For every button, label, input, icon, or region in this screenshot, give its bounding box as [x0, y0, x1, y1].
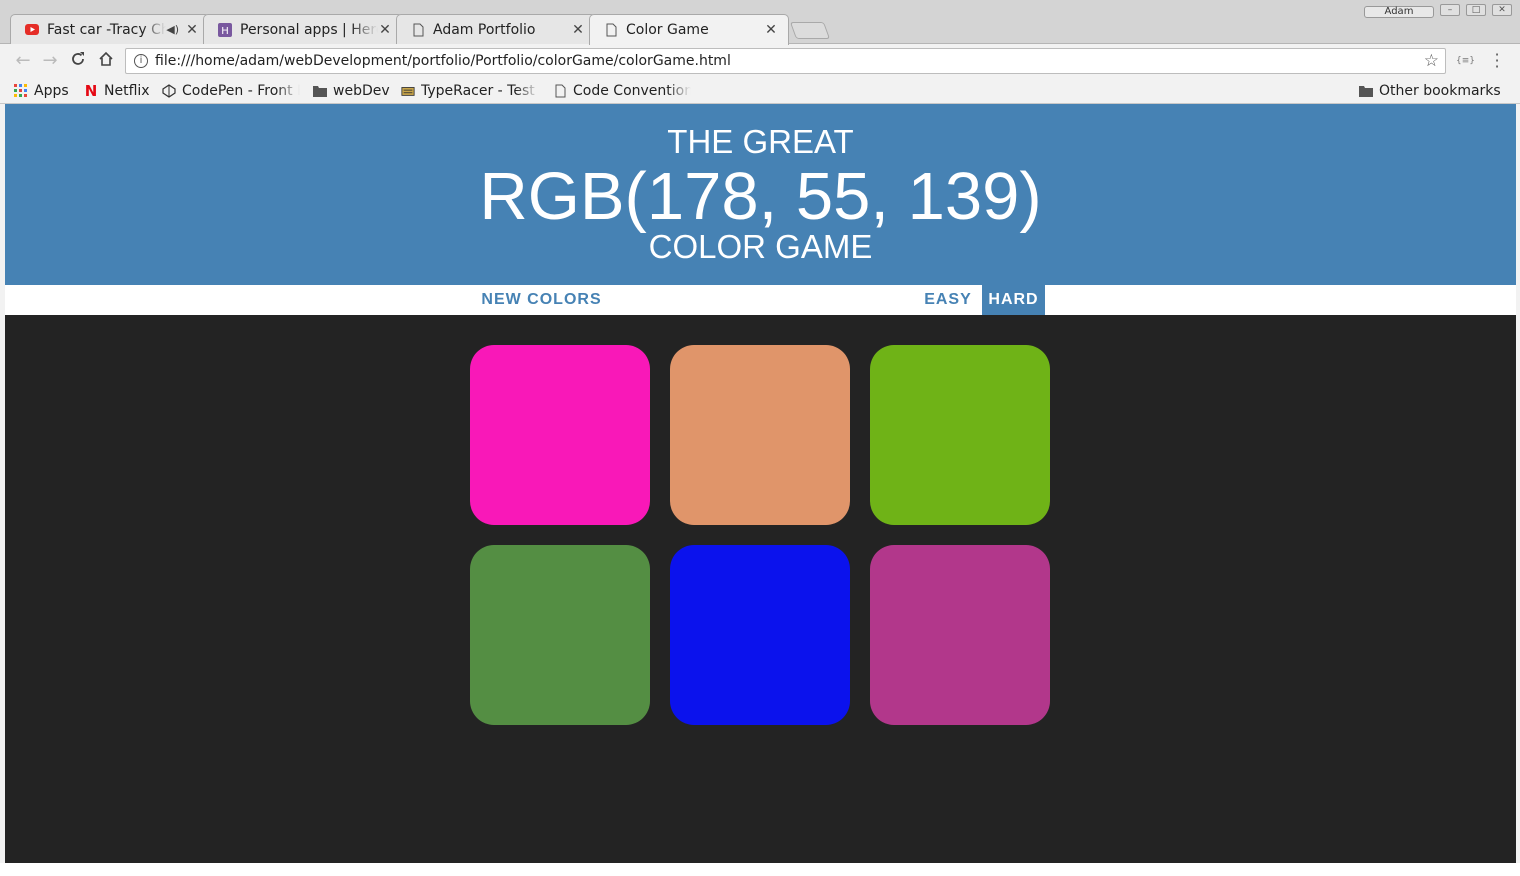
close-tab-icon[interactable]: ✕ [185, 22, 199, 38]
browser-toolbar: ← → i file:///home/adam/webDevelopment/p… [0, 44, 1520, 78]
tab-youtube[interactable]: Fast car -Tracy Chapman ◀) ✕ [10, 14, 210, 44]
folder-icon [313, 84, 327, 98]
menu-icon[interactable]: · · · [1492, 47, 1502, 75]
bookmark-codepen[interactable]: CodePen - Front End [162, 81, 300, 101]
extension-icon[interactable]: {≡} [1456, 56, 1475, 66]
bookmark-label: Netflix [104, 83, 150, 99]
tab-strip: Fast car -Tracy Chapman ◀) ✕ H Personal … [0, 0, 1520, 45]
youtube-icon [25, 23, 39, 37]
codepen-icon [162, 84, 176, 98]
tab-adam-portfolio[interactable]: Adam Portfolio ✕ [396, 14, 596, 44]
bookmark-label: CodePen - Front End [182, 83, 300, 99]
tab-title: Personal apps | Heroku [240, 21, 378, 38]
tab-title: Color Game [626, 22, 709, 38]
url-text: file:///home/adam/webDevelopment/portfol… [155, 53, 731, 69]
bookmark-label: webDev [333, 83, 390, 99]
new-tab-button[interactable] [789, 22, 831, 39]
close-window-icon[interactable]: ✕ [1492, 4, 1512, 16]
bookmark-apps[interactable]: Apps [14, 81, 69, 101]
message-display [645, 285, 885, 315]
speaker-icon[interactable]: ◀) [166, 23, 179, 36]
tab-title: Adam Portfolio [433, 21, 536, 38]
tab-heroku[interactable]: H Personal apps | Heroku ✕ [203, 14, 403, 44]
reload-icon[interactable] [68, 51, 88, 71]
page-icon [604, 23, 618, 37]
minimize-icon[interactable]: – [1440, 4, 1460, 16]
heroku-icon: H [218, 22, 232, 37]
game-header: THE GREAT RGB(178, 55, 139) COLOR GAME [5, 104, 1516, 285]
maximize-icon[interactable]: □ [1466, 4, 1486, 16]
page-icon [553, 84, 567, 98]
bookmark-label: Apps [34, 83, 69, 99]
home-icon[interactable] [96, 51, 116, 71]
other-bookmarks[interactable]: Other bookmarks [1359, 81, 1501, 101]
header-subtitle-bottom: COLOR GAME [648, 228, 873, 265]
back-icon[interactable]: ← [13, 51, 33, 71]
page-icon [411, 23, 425, 37]
bookmark-code-conventions[interactable]: Code Conventions [553, 81, 691, 101]
close-tab-icon[interactable]: ✕ [571, 22, 585, 38]
bookmark-webdev[interactable]: webDev [313, 81, 390, 101]
netflix-icon: N [84, 82, 98, 100]
color-square[interactable] [670, 345, 850, 525]
typeracer-icon [401, 84, 415, 98]
page-viewport: THE GREAT RGB(178, 55, 139) COLOR GAME N… [5, 104, 1516, 863]
bookmark-typeracer[interactable]: TypeRacer - Test your [401, 81, 539, 101]
window-controls: – □ ✕ [1440, 4, 1512, 16]
color-square[interactable] [470, 545, 650, 725]
info-icon[interactable]: i [134, 54, 148, 68]
svg-text:H: H [221, 26, 229, 37]
bookmark-label: Code Conventions [573, 83, 691, 99]
color-square[interactable] [870, 345, 1050, 525]
bookmark-star-icon[interactable]: ☆ [1424, 49, 1439, 73]
apps-grid-icon [14, 84, 28, 98]
bookmarks-bar: Apps N Netflix CodePen - Front End webDe… [0, 78, 1520, 104]
bookmark-netflix[interactable]: N Netflix [84, 81, 150, 101]
easy-mode-button[interactable]: EASY [919, 285, 977, 315]
target-color-display: RGB(178, 55, 139) [479, 159, 1042, 234]
hard-mode-button[interactable]: HARD [982, 285, 1045, 315]
close-tab-icon[interactable]: ✕ [378, 22, 392, 38]
window-edge [0, 863, 1520, 876]
forward-icon[interactable]: → [40, 51, 60, 71]
browser-chrome: Fast car -Tracy Chapman ◀) ✕ H Personal … [0, 0, 1520, 104]
tab-title: Fast car -Tracy Chapman [47, 21, 167, 38]
bookmark-label: TypeRacer - Test your [421, 83, 539, 99]
folder-icon [1359, 84, 1373, 98]
profile-button[interactable]: Adam [1364, 6, 1434, 18]
new-colors-button[interactable]: NEW COLORS [475, 285, 608, 315]
header-subtitle-top: THE GREAT [667, 123, 854, 160]
close-tab-icon[interactable]: ✕ [764, 22, 778, 38]
color-square[interactable] [870, 545, 1050, 725]
tab-color-game[interactable]: Color Game ✕ [589, 14, 789, 45]
window-edge [1516, 104, 1520, 876]
bookmark-label: Other bookmarks [1379, 83, 1501, 99]
color-square[interactable] [670, 545, 850, 725]
address-bar[interactable]: i file:///home/adam/webDevelopment/portf… [125, 48, 1446, 74]
control-stripe: NEW COLORS EASY HARD [5, 285, 1516, 315]
color-square[interactable] [470, 345, 650, 525]
